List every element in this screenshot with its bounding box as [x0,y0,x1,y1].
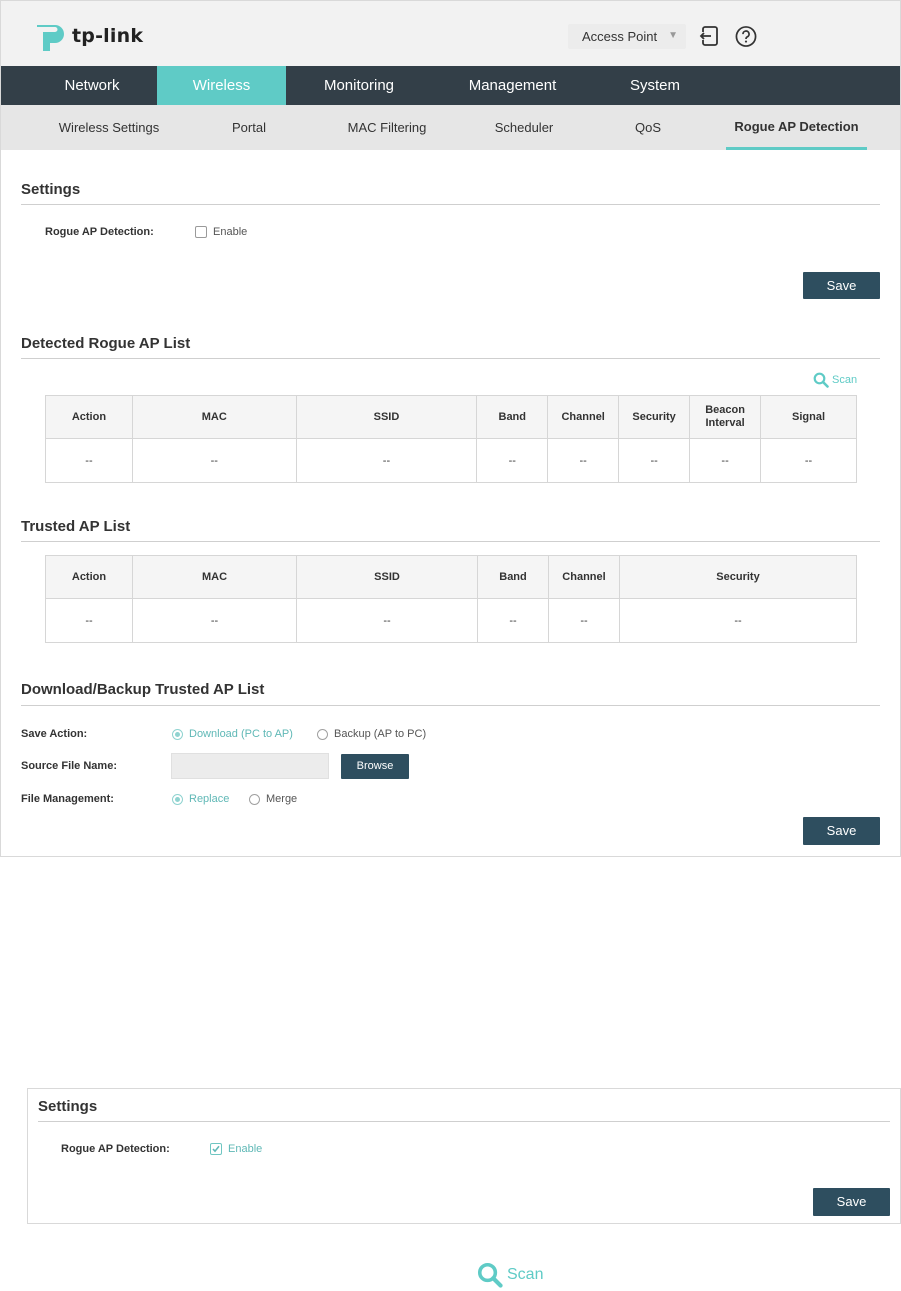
settings-save-button[interactable]: Save [803,272,880,299]
snippet-divider [38,1121,890,1122]
table-cell: -- [548,598,620,643]
merge-radio[interactable] [249,794,260,805]
download-pc-to-ap-label: Download (PC to AP) [189,728,293,740]
file-management-label: File Management: [21,793,114,805]
download-pc-to-ap-radio[interactable] [172,729,183,740]
large-scan-label: Scan [507,1266,544,1283]
source-file-name-label: Source File Name: [21,760,117,772]
trusted-divider [21,541,880,542]
download-divider [21,705,880,706]
chevron-down-icon: ▼ [668,30,678,41]
large-scan-button[interactable]: Scan [477,1262,543,1288]
table-cell: -- [295,438,478,483]
snippet-settings-title: Settings [38,1098,98,1115]
merge-label: Merge [266,793,298,805]
table-row: -- -- -- -- -- -- -- -- [45,438,857,483]
table-cell: -- [45,438,133,483]
table-cell: -- [476,438,549,483]
snippet-enable-checkbox[interactable] [210,1143,222,1155]
nav-wireless[interactable]: Wireless [157,66,286,105]
column-header: Channel [548,555,620,599]
column-header: Band [476,395,549,439]
table-cell: -- [619,598,857,643]
table-cell: -- [547,438,620,483]
tab-scheduler[interactable]: Scheduler [484,105,564,150]
table-cell: -- [296,598,478,643]
table-cell: -- [131,438,297,483]
download-save-button[interactable]: Save [803,817,880,845]
download-backup-title: Download/Backup Trusted AP List [21,681,265,698]
nav-monitoring[interactable]: Monitoring [286,66,432,105]
settings-divider [21,204,880,205]
backup-ap-to-pc-radio[interactable] [317,729,328,740]
settings-title: Settings [21,181,81,198]
source-file-input[interactable] [171,753,329,779]
column-header: Action [45,395,133,439]
snippet-save-button[interactable]: Save [813,1188,890,1216]
table-cell: -- [618,438,691,483]
tab-rogue-ap-detection[interactable]: Rogue AP Detection [726,105,867,150]
trusted-ap-list-title: Trusted AP List [21,518,131,535]
column-header: Signal [760,395,857,439]
snippet-enable-label: Enable [228,1143,263,1155]
tab-portal[interactable]: Portal [219,105,279,150]
search-icon [813,372,829,388]
detected-divider [21,358,880,359]
tab-mac-filtering[interactable]: MAC Filtering [337,105,437,150]
column-header: Action [45,555,133,599]
ap-management-panel: tp-link Access Point ▼ Network Wireless … [0,0,901,857]
tp-link-logo-mark-icon [37,25,64,51]
column-header: Channel [547,395,620,439]
snippet-rogue-ap-detection-label: Rogue AP Detection: [61,1143,170,1155]
table-cell: -- [760,438,857,483]
mode-select-value: Access Point [582,29,658,44]
logout-icon-graphic [699,26,718,46]
table-cell: -- [689,438,762,483]
column-header: Beacon Interval [689,395,762,439]
backup-ap-to-pc-label: Backup (AP to PC) [334,728,427,740]
scan-button[interactable]: Scan [813,372,857,388]
logo-text: tp-link [72,25,144,47]
detected-rogue-ap-table: Action MAC SSID Band Channel Security Be… [45,395,857,483]
checkmark-icon [212,1145,220,1153]
column-header: Security [618,395,691,439]
tp-link-logo: tp-link [34,19,143,53]
help-icon-graphic [735,25,757,47]
settings-snippet-panel: Settings Rogue AP Detection: Enable Save [27,1088,901,1224]
logout-icon[interactable] [698,25,720,47]
tab-wireless-settings[interactable]: Wireless Settings [48,105,170,150]
column-header: MAC [131,395,297,439]
rogue-ap-enable-label: Enable [213,226,248,238]
detected-rogue-ap-title: Detected Rogue AP List [21,335,191,352]
table-cell: -- [477,598,549,643]
nav-network[interactable]: Network [27,66,157,105]
tab-qos[interactable]: QoS [628,105,668,150]
browse-button[interactable]: Browse [341,754,409,779]
help-icon[interactable] [735,25,757,47]
main-nav: Network Wireless Monitoring Management S… [1,66,900,105]
table-cell: -- [132,598,297,643]
search-icon [477,1262,503,1288]
replace-radio[interactable] [172,794,183,805]
sub-nav: Wireless Settings Portal MAC Filtering S… [1,105,900,150]
table-cell: -- [45,598,133,643]
nav-system[interactable]: System [593,66,717,105]
scan-label: Scan [832,374,858,386]
column-header: Band [477,555,549,599]
column-header: SSID [295,395,478,439]
rogue-ap-enable-checkbox[interactable] [195,226,207,238]
mode-select[interactable]: Access Point ▼ [568,24,686,49]
table-row: -- -- -- -- -- -- [45,598,857,643]
replace-label: Replace [189,793,230,805]
nav-management[interactable]: Management [432,66,593,105]
trusted-ap-table: Action MAC SSID Band Channel Security --… [45,555,857,643]
save-action-label: Save Action: [21,728,88,740]
column-header: Security [619,555,857,599]
top-bar: tp-link Access Point ▼ [1,1,900,66]
column-header: SSID [296,555,478,599]
rogue-ap-detection-label: Rogue AP Detection: [45,226,154,238]
column-header: MAC [132,555,297,599]
